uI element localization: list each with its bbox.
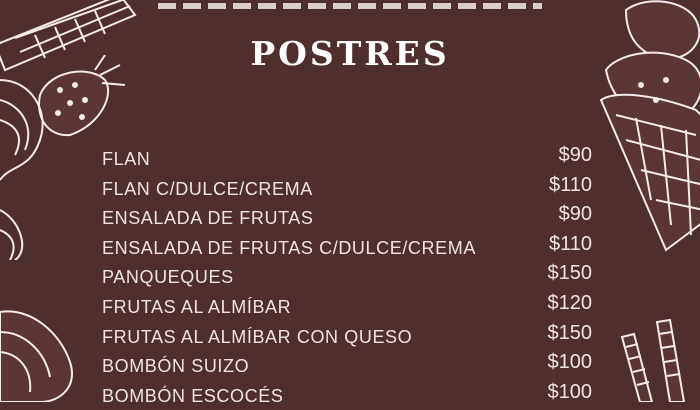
item-name: BOMBÓN ESCOCÉS <box>102 385 284 406</box>
menu-list: FLAN $90 FLAN C/DULCE/CREMA $110 ENSALAD… <box>102 144 592 410</box>
item-price: $90 <box>558 203 592 226</box>
menu-item: PANQUEQUES $150 <box>102 262 592 292</box>
item-price: $100 <box>547 380 593 403</box>
menu-item: FRUTAS AL ALMÍBAR $120 <box>102 292 592 322</box>
menu-item: ENSALADA DE FRUTAS C/DULCE/CREMA $110 <box>102 233 592 263</box>
item-price: $110 <box>548 173 592 196</box>
item-name: BOMBÓN SUIZO <box>102 356 250 377</box>
menu-item: BOMBÓN ESCOCÉS $100 <box>102 381 592 410</box>
item-name: FRUTAS AL ALMÍBAR CON QUESO <box>102 326 413 347</box>
item-name: FLAN C/DULCE/CREMA <box>102 178 313 199</box>
whipped-cream-icon <box>0 310 73 402</box>
item-name: FLAN <box>102 149 151 169</box>
item-price: $90 <box>558 144 592 166</box>
menu-item: FRUTAS AL ALMÍBAR CON QUESO $150 <box>102 322 592 352</box>
item-name: ENSALADA DE FRUTAS C/DULCE/CREMA <box>102 237 476 258</box>
menu-item: ENSALADA DE FRUTAS $90 <box>102 203 592 233</box>
page-title: POSTRES <box>250 34 450 73</box>
item-price: $150 <box>547 262 593 285</box>
item-price: $100 <box>547 351 593 374</box>
item-price: $150 <box>547 321 593 344</box>
whipped-cream-icon <box>0 79 44 260</box>
item-name: ENSALADA DE FRUTAS <box>102 208 314 229</box>
menu-item: FLAN C/DULCE/CREMA $110 <box>102 174 592 204</box>
menu-item: BOMBÓN SUIZO $100 <box>102 351 592 381</box>
item-price: $110 <box>548 232 592 255</box>
item-name: FRUTAS AL ALMÍBAR <box>102 296 292 317</box>
wafer-roll-icon <box>620 318 686 402</box>
menu-item: FLAN $90 <box>102 144 592 174</box>
item-name: PANQUEQUES <box>102 267 234 288</box>
item-price: $120 <box>547 291 593 314</box>
dashed-divider <box>158 3 542 9</box>
